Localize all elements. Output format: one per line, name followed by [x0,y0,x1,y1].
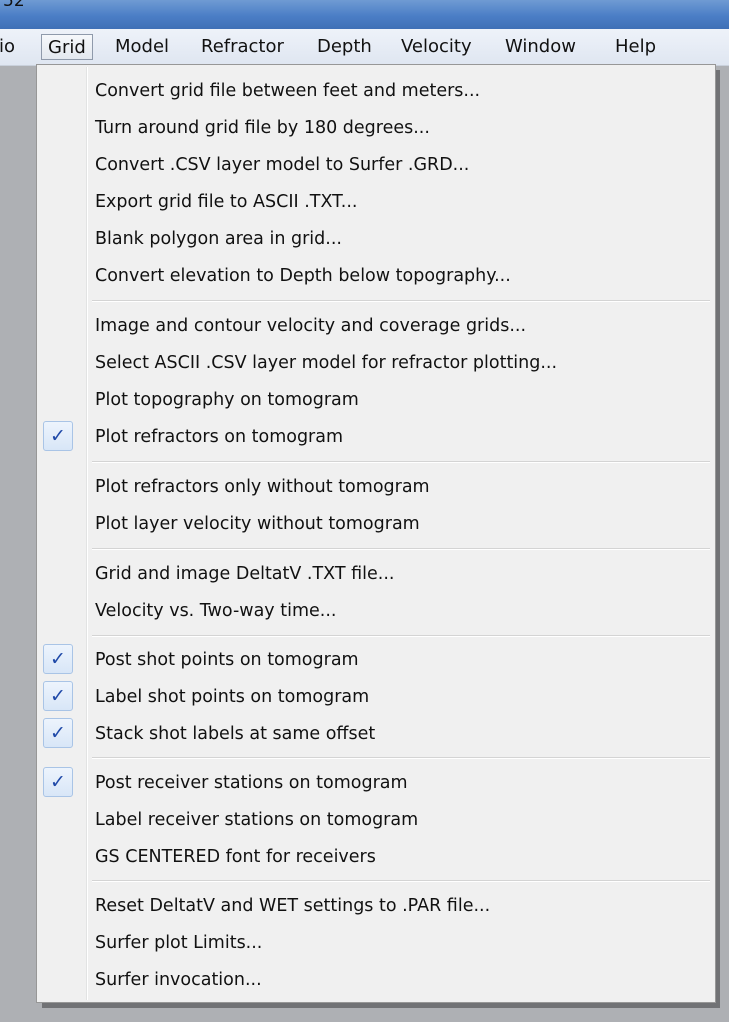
menu-item-select-csv-layer-model[interactable]: Select ASCII .CSV layer model for refrac… [37,346,715,379]
checkmark-icon: ✓ [43,644,73,674]
menu-separator [92,300,710,302]
menu-help[interactable]: Help [615,34,656,60]
menu-item-grid-image-deltatv[interactable]: Grid and image DeltatV .TXT file... [37,557,715,590]
menu-item-image-contour-grids[interactable]: Image and contour velocity and coverage … [37,309,715,342]
menu-item-label: Plot refractors only without tomogram [95,477,430,497]
menu-item-label: Image and contour velocity and coverage … [95,316,527,336]
menu-item-label: Grid and image DeltatV .TXT file... [95,564,395,584]
menu-grid[interactable]: Grid [41,34,93,60]
menu-item-label: Surfer plot Limits... [95,933,263,953]
menu-item-label: Select ASCII .CSV layer model for refrac… [95,353,558,373]
menu-item-label: Plot topography on tomogram [95,390,359,410]
grid-dropdown-menu: Convert grid file between feet and meter… [36,64,716,1003]
menu-item-label: Turn around grid file by 180 degrees... [95,118,430,138]
menu-item-label: Blank polygon area in grid... [95,229,342,249]
menu-item-label: Export grid file to ASCII .TXT... [95,192,358,212]
menu-model[interactable]: Model [115,34,169,60]
menu-item-label: Stack shot labels at same offset [95,724,376,744]
menu-item-plot-refractors[interactable]: ✓ Plot refractors on tomogram [37,420,715,453]
menu-item-gs-centered-font[interactable]: GS CENTERED font for receivers [37,840,715,873]
menu-item-plot-layer-velocity[interactable]: Plot layer velocity without tomogram [37,507,715,540]
menu-io[interactable]: io [0,34,15,60]
menu-item-reset-deltatv-wet[interactable]: Reset DeltatV and WET settings to .PAR f… [37,889,715,922]
window-title: 52 [3,0,25,11]
menu-depth[interactable]: Depth [317,34,372,60]
menu-refractor[interactable]: Refractor [201,34,284,60]
menu-separator [92,880,710,882]
menu-item-convert-elevation-depth[interactable]: Convert elevation to Depth below topogra… [37,259,715,292]
menu-item-label: Velocity vs. Two-way time... [95,601,337,621]
menu-item-plot-refractors-only[interactable]: Plot refractors only without tomogram [37,470,715,503]
menu-bar: io Grid Model Refractor Depth Velocity W… [0,29,729,66]
menu-item-label: GS CENTERED font for receivers [95,847,376,867]
menu-item-label-receiver-stations[interactable]: Label receiver stations on tomogram [37,803,715,836]
menu-item-blank-polygon[interactable]: Blank polygon area in grid... [37,222,715,255]
menu-item-convert-feet-meters[interactable]: Convert grid file between feet and meter… [37,74,715,107]
menu-item-post-shot-points[interactable]: ✓ Post shot points on tomogram [37,643,715,676]
menu-item-label: Label shot points on tomogram [95,687,370,707]
menu-item-velocity-vs-twoway[interactable]: Velocity vs. Two-way time... [37,594,715,627]
checkmark-icon: ✓ [43,681,73,711]
menu-separator [92,757,710,759]
menu-item-turn-around-grid[interactable]: Turn around grid file by 180 degrees... [37,111,715,144]
menu-item-label: Convert elevation to Depth below topogra… [95,266,511,286]
menu-item-export-ascii-txt[interactable]: Export grid file to ASCII .TXT... [37,185,715,218]
menu-item-stack-shot-labels[interactable]: ✓ Stack shot labels at same offset [37,717,715,750]
menu-separator [92,635,710,637]
menu-item-label-shot-points[interactable]: ✓ Label shot points on tomogram [37,680,715,713]
menu-separator [92,548,710,550]
menu-velocity[interactable]: Velocity [401,34,472,60]
menu-item-label: Post receiver stations on tomogram [95,773,408,793]
menu-item-label: Post shot points on tomogram [95,650,359,670]
menu-window[interactable]: Window [505,34,576,60]
menu-item-label: Surfer invocation... [95,970,262,990]
menu-item-plot-topography[interactable]: Plot topography on tomogram [37,383,715,416]
menu-item-post-receiver-stations[interactable]: ✓ Post receiver stations on tomogram [37,766,715,799]
menu-item-label: Label receiver stations on tomogram [95,810,419,830]
menu-item-convert-csv-to-grd[interactable]: Convert .CSV layer model to Surfer .GRD.… [37,148,715,181]
checkmark-icon: ✓ [43,767,73,797]
menu-item-label: Convert .CSV layer model to Surfer .GRD.… [95,155,470,175]
menu-item-label: Convert grid file between feet and meter… [95,81,481,101]
menu-item-label: Plot layer velocity without tomogram [95,514,420,534]
checkmark-icon: ✓ [43,421,73,451]
menu-item-label: Reset DeltatV and WET settings to .PAR f… [95,896,491,916]
menu-item-label: Plot refractors on tomogram [95,427,344,447]
window-title-bar: 52 [0,0,729,29]
menu-separator [92,461,710,463]
checkmark-icon: ✓ [43,718,73,748]
menu-item-surfer-plot-limits[interactable]: Surfer plot Limits... [37,926,715,959]
menu-item-surfer-invocation[interactable]: Surfer invocation... [37,963,715,996]
